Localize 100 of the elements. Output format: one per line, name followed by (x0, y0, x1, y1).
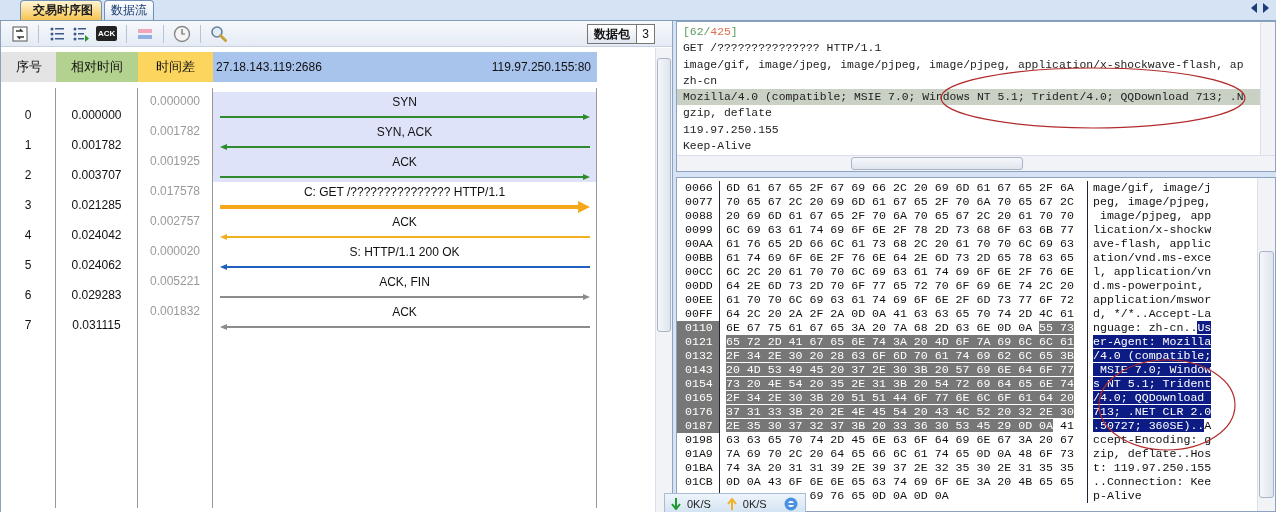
hex-offset: 01CB (677, 475, 720, 489)
scroll-left-icon[interactable] (1250, 3, 1258, 13)
hex-bytes: 7A 69 70 2C 20 64 65 66 6C 61 74 65 0D 0A 48 6F 73 (726, 447, 1074, 460)
table-cell-text: 0.001832 (148, 303, 202, 320)
table-cell-text: 0 (23, 107, 33, 122)
hex-offset: 0176 (677, 405, 720, 419)
hex-offset: 0187 (677, 419, 720, 433)
arrow-label: ACK (392, 155, 417, 169)
hex-bytes: 63 63 65 70 74 2D 45 6E 63 6F 64 69 6E 67 3A 20 67 (726, 433, 1074, 446)
request-line[interactable]: image/gif, image/jpeg, image/pjpeg, image/pjpeg, application/x-shockwave-flash, ap (683, 56, 1261, 73)
table-cell-text: 0.017578 (148, 183, 202, 200)
hex-bytes: 20 69 6D 61 67 65 2F 70 6A 70 65 67 2C 20 61 70 70 (726, 209, 1074, 222)
ascii-text: d.ms-powerpoint, (1093, 279, 1206, 292)
table-cell-text: 5 (23, 257, 33, 272)
table-cell-text: 0.001925 (148, 153, 202, 170)
table-cell-text: 0.021285 (70, 197, 123, 212)
hex-offset: 0198 (677, 433, 720, 447)
ascii-text: /4.0 (compatible; (1093, 349, 1212, 362)
counter-label: 数据包 (588, 25, 638, 43)
ascii-text: er-Agent: Mozilla (1093, 335, 1212, 348)
ascii-text: ..Connection: Kee (1093, 475, 1212, 488)
hex-offset: 0110 (677, 321, 720, 335)
hex-bytes: 73 20 4E 54 20 35 2E 31 3B 20 54 72 69 64 65 6E 74 (726, 377, 1074, 390)
tab[interactable]: 交易时序图 (20, 0, 102, 20)
ascii-text: application/mswor (1093, 293, 1212, 306)
request-line[interactable]: Keep-Alive (683, 138, 1261, 155)
tab[interactable]: 数据流 (104, 0, 154, 20)
upload-arrow-icon (726, 497, 737, 510)
scrollbar[interactable] (1257, 178, 1275, 511)
table-cell-text: 7 (23, 317, 33, 332)
scrollbar[interactable] (677, 155, 1275, 171)
hex-offset: 00AA (677, 237, 720, 251)
hex-offset: 01A9 (677, 447, 720, 461)
clock-icon[interactable] (173, 24, 192, 43)
hex-offset: 00BB (677, 251, 720, 265)
scrollbar[interactable] (1260, 22, 1275, 156)
table-cell-text: 0.029283 (70, 287, 123, 302)
ascii-text: p-Alive (1093, 489, 1142, 502)
column-header: 时间差 (138, 52, 213, 82)
table-cell-text: 0.000000 (70, 107, 123, 122)
hex-bytes: 70 65 67 2C 20 69 6D 61 67 65 2F 70 6A 70 65 67 2C (726, 195, 1074, 208)
server-address: 119.97.250.155:80 (491, 60, 591, 74)
search-icon[interactable] (210, 24, 229, 43)
ascii-text: peg, image/pjpeg, (1093, 195, 1212, 208)
table-cell-text: 1 (23, 137, 33, 152)
table-cell-text: 0.003707 (70, 167, 123, 182)
table-cell-text: 4 (23, 227, 33, 242)
column-header: 相对时间 (56, 52, 138, 82)
ascii-text: ation/vnd.ms-exce (1093, 251, 1212, 264)
packet-index: [62/ (683, 26, 711, 38)
column-header: 序号 (1, 52, 56, 82)
table-cell-text: 2 (23, 167, 33, 182)
hex-bytes: 64 2C 20 2A 2F 2A 0D 0A 41 63 63 65 70 74 2D 4C 61 (726, 307, 1074, 320)
arrow-label: S: HTTP/1.1 200 OK (349, 245, 460, 259)
hex-bytes: 61 74 69 6F 6E 2F 76 6E 64 2E 6D 73 2D 65 78 63 65 (726, 251, 1074, 264)
scroll-right-icon[interactable] (1262, 3, 1270, 13)
table-cell-text: 0.005221 (148, 273, 202, 290)
table-cell-text: 6 (23, 287, 33, 302)
ascii-text: d, */*..Accept-La (1093, 307, 1212, 320)
request-line[interactable]: gzip, deflate (683, 105, 1261, 122)
ascii-text: mage/gif, image/j (1093, 181, 1212, 194)
hex-bytes: 6C 69 63 61 74 69 6F 6E 2F 78 2D 73 68 6F 63 6B 77 (726, 223, 1074, 236)
table-cell-text: 0.001782 (148, 123, 202, 140)
request-line[interactable]: zh-cn (683, 72, 1261, 90)
ascii-text: MSIE 7.0; Window (1093, 363, 1212, 376)
hex-bytes: 37 31 33 3B 20 2E 4E 45 54 20 43 4C 52 20 32 2E 30 (726, 405, 1074, 418)
counter-value: 3 (641, 26, 650, 43)
scrollbar[interactable] (655, 48, 672, 512)
ascii-text: lication/x-shockw (1093, 223, 1212, 236)
hex-offset: 0099 (677, 223, 720, 237)
swap-icon[interactable] (11, 24, 29, 43)
hex-offset: 0132 (677, 349, 720, 363)
ascii-text: l, application/vn (1093, 265, 1212, 278)
arrow-label: ACK (392, 305, 417, 319)
hex-bytes: 74 3A 20 31 31 39 2E 39 37 2E 32 35 30 2E 31 35 35 (726, 461, 1074, 474)
arrow-label: ACK, FIN (379, 275, 430, 289)
hex-bytes: 55 73 (1039, 321, 1074, 334)
hex-bytes: 41 (1058, 419, 1074, 432)
hex-bytes: 64 2E 6D 73 2D 70 6F 77 65 72 70 6F 69 6E 74 2C 20 (726, 279, 1074, 292)
table-cell-text: 0.000000 (148, 93, 202, 110)
ascii-text: 713; .NET CLR 2.0 (1093, 405, 1212, 418)
ascii-text: s NT 5.1; Trident (1093, 377, 1212, 390)
hex-bytes: 61 76 65 2D 66 6C 61 73 68 2C 20 61 70 70 6C 69 63 (726, 237, 1074, 250)
hex-offset: 00DD (677, 279, 720, 293)
hex-bytes: 61 70 70 6C 69 63 61 74 69 6F 6E 2F 6D 73 77 6F 72 (726, 293, 1074, 306)
request-line[interactable]: GET /??????????????? HTTP/1.1 (683, 40, 1261, 57)
table-cell-text: 0.000020 (148, 243, 202, 260)
table-cell-text: 0.001782 (70, 137, 123, 152)
table-cell-text: 0.002757 (148, 213, 202, 230)
hex-offset: 0088 (677, 209, 720, 223)
hex-offset: 0143 (677, 363, 720, 377)
arrow-label: SYN (392, 95, 417, 109)
hex-offset: 01BA (677, 461, 720, 475)
download-arrow-icon (671, 497, 681, 510)
hex-offset: 00CC (677, 265, 720, 279)
packet-index: 425 (710, 26, 731, 38)
request-line[interactable]: 119.97.250.155 (683, 121, 1261, 139)
arrow-label: C: GET /??????????????? HTTP/1.1 (303, 185, 506, 199)
ack-button[interactable]: ACK (96, 26, 118, 41)
hex-offset: 0165 (677, 391, 720, 405)
